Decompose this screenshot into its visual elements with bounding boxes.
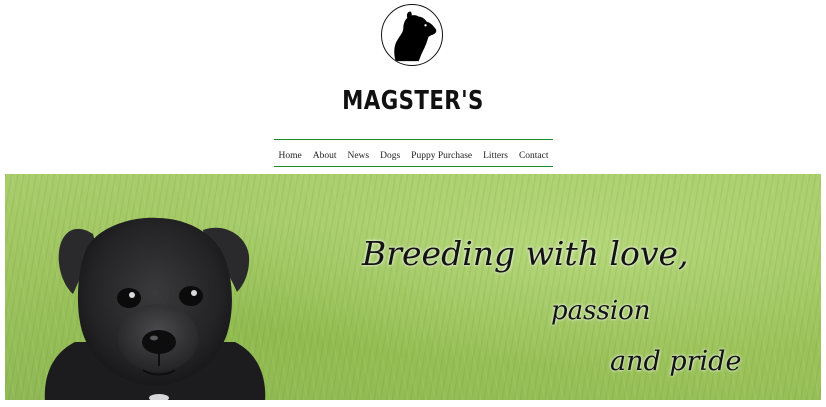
nav-home[interactable]: Home <box>279 151 302 161</box>
nav-top-rule <box>274 139 553 140</box>
nav-puppy-purchase[interactable]: Puppy Purchase <box>411 151 472 161</box>
hero-banner: Breeding with love, passion and pride <box>5 174 821 400</box>
hero-tagline-line3: and pride <box>610 346 742 377</box>
logo[interactable] <box>381 4 443 66</box>
hero-tagline-line1: Breeding with love, <box>362 234 689 273</box>
nav-news[interactable]: News <box>347 151 369 161</box>
nav-litters[interactable]: Litters <box>483 151 508 161</box>
page: MAGSTER'S Home About News Dogs Puppy Pur… <box>0 0 826 407</box>
puppy-image <box>44 217 266 400</box>
dog-silhouette-icon <box>394 11 437 62</box>
main-nav: Home About News Dogs Puppy Purchase Litt… <box>274 147 553 165</box>
nav-contact[interactable]: Contact <box>519 151 549 161</box>
site-title: MAGSTER'S <box>342 86 484 116</box>
hero-tagline-line2: passion <box>551 296 651 326</box>
nav-about[interactable]: About <box>313 151 337 161</box>
nav-bottom-rule <box>274 166 553 167</box>
nav-dogs[interactable]: Dogs <box>380 151 400 161</box>
